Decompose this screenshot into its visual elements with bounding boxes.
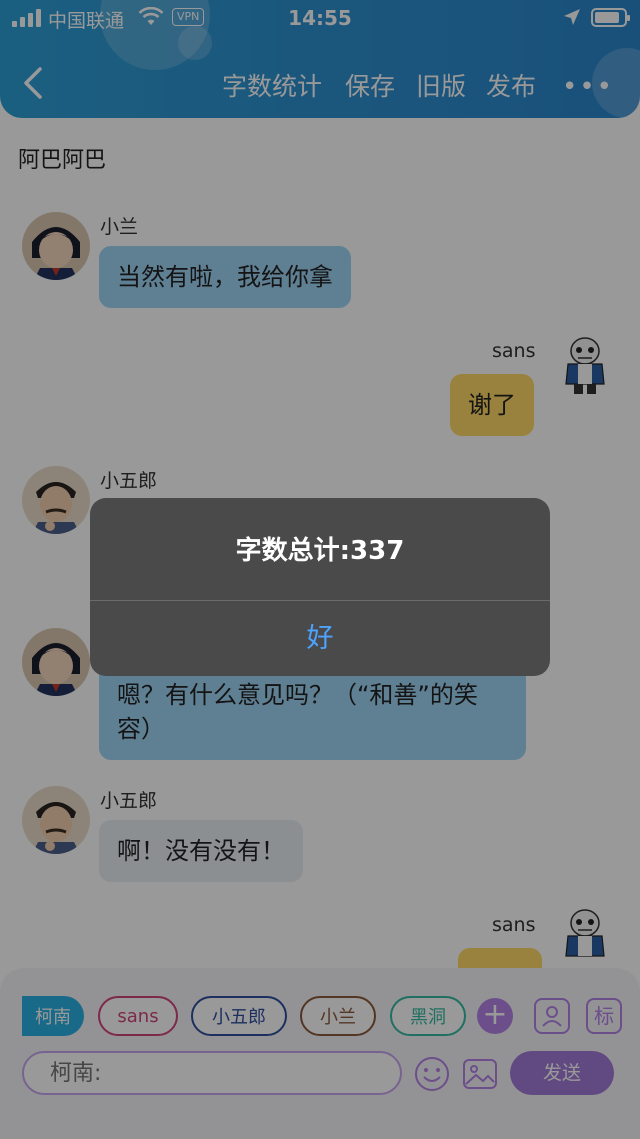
ok-button[interactable]: 好 — [90, 601, 550, 676]
word-count-alert: 字数总计:337 好 — [90, 498, 550, 676]
alert-message: 字数总计:337 — [235, 536, 405, 566]
